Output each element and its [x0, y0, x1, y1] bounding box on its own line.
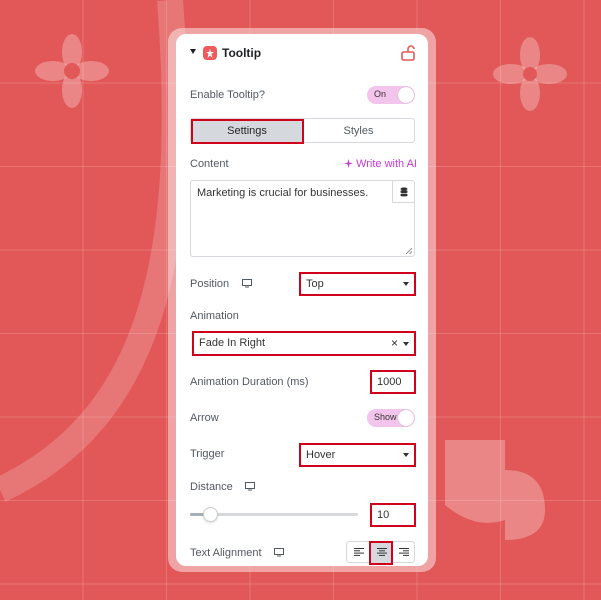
distance-slider-handle[interactable]: [202, 507, 218, 522]
database-icon: [400, 186, 407, 196]
arrow-label: Arrow: [190, 412, 219, 424]
animation-select[interactable]: Fade In Right ×: [193, 332, 415, 355]
chevron-down-icon: [403, 282, 409, 286]
clear-icon[interactable]: ×: [391, 336, 398, 350]
content-textarea[interactable]: Marketing is crucial for businesses.: [190, 180, 415, 257]
position-select[interactable]: Top: [300, 273, 415, 295]
content-text: Marketing is crucial for businesses.: [197, 187, 369, 199]
text-alignment-label: Text Alignment: [190, 547, 262, 559]
animation-duration-label: Animation Duration (ms): [190, 376, 309, 388]
tab-styles[interactable]: Styles: [303, 119, 414, 142]
enable-tooltip-toggle[interactable]: On: [367, 86, 415, 104]
toggle-knob: [398, 410, 414, 426]
position-value: Top: [306, 278, 324, 290]
distance-label: Distance: [190, 481, 233, 493]
toggle-text: On: [374, 89, 387, 99]
toggle-knob: [398, 87, 414, 103]
content-label: Content: [190, 158, 229, 170]
tooltip-settings-panel: Tooltip Enable Tooltip? On Settings Styl…: [176, 34, 428, 566]
caret-down-icon[interactable]: [190, 49, 196, 54]
animation-duration-value: 1000: [377, 376, 402, 388]
unlock-icon[interactable]: [401, 45, 415, 61]
sparkle-icon: [344, 159, 353, 168]
position-label: Position: [190, 278, 230, 290]
abstract-shape-bottom-right: [445, 440, 545, 540]
arrow-toggle[interactable]: Show: [367, 409, 415, 427]
write-with-ai-label: Write with AI: [356, 158, 417, 170]
align-right-icon[interactable]: [392, 542, 415, 562]
monitor-icon[interactable]: [242, 279, 252, 288]
trigger-label: Trigger: [190, 448, 225, 460]
write-with-ai-link[interactable]: Write with AI: [344, 158, 417, 170]
animation-label: Animation: [190, 310, 239, 322]
trigger-value: Hover: [306, 449, 336, 461]
trigger-select[interactable]: Hover: [300, 444, 415, 466]
animation-value: Fade In Right: [199, 337, 266, 349]
align-center-icon[interactable]: [370, 542, 393, 562]
resize-handle[interactable]: [406, 248, 412, 254]
distance-value: 10: [377, 509, 390, 521]
chevron-down-icon: [403, 453, 409, 457]
tab-settings[interactable]: Settings: [191, 119, 303, 142]
text-alignment-group: [346, 541, 415, 563]
settings-tabs: Settings Styles: [190, 118, 415, 143]
panel-title: Tooltip: [222, 46, 262, 60]
distance-input[interactable]: 10: [371, 504, 415, 526]
toggle-text: Show: [374, 412, 397, 422]
animation-duration-input[interactable]: 1000: [371, 371, 415, 393]
chevron-down-icon: [403, 342, 409, 346]
enable-tooltip-label: Enable Tooltip?: [190, 89, 266, 101]
align-left-icon[interactable]: [347, 542, 370, 562]
tooltip-widget-icon: [203, 46, 217, 60]
dynamic-tags-button[interactable]: [392, 181, 414, 203]
monitor-icon[interactable]: [274, 548, 284, 557]
monitor-icon[interactable]: [245, 482, 255, 491]
